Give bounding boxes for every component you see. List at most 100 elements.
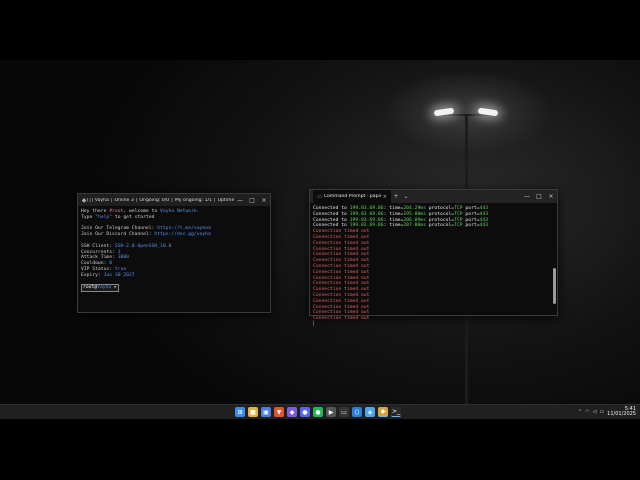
terminal-text: #root bbox=[109, 209, 124, 214]
text: Connected to bbox=[313, 223, 350, 229]
minimize-button[interactable]: — bbox=[521, 191, 533, 203]
system-tray: ⌃ ◠ ◁ ▭ 5:41 11/01/2025 bbox=[578, 407, 636, 417]
tab-dropdown-button[interactable]: ⌄ bbox=[401, 193, 411, 200]
terminal-text: Hey there bbox=[81, 209, 110, 214]
maximize-button[interactable]: □ bbox=[533, 191, 545, 203]
text: protocol= bbox=[425, 211, 455, 217]
terminal-text: https://dsc.gg/vayha bbox=[154, 232, 211, 238]
protocol: TCP bbox=[454, 223, 463, 229]
media-icon[interactable]: ▶ bbox=[326, 407, 336, 417]
terminal-output[interactable]: Connected to 199.83.69.86: time=204.29ms… bbox=[310, 203, 557, 331]
discord-icon[interactable]: ● bbox=[300, 407, 310, 417]
brave-browser-icon[interactable]: ▼ bbox=[274, 407, 284, 417]
title-bar[interactable]: ◆ [│] Vayha │ Online 3 │ Ongoing: 0/0 │ … bbox=[78, 194, 270, 206]
tab-command-prompt[interactable]: ▭ Command Prompt - paping × bbox=[313, 190, 391, 203]
tab-close-icon[interactable]: × bbox=[383, 194, 387, 200]
text: protocol= bbox=[425, 217, 455, 223]
port: 443 bbox=[479, 211, 489, 217]
terminal-text: , welcome to bbox=[123, 209, 161, 214]
text: Connected to bbox=[313, 217, 350, 223]
text: port= bbox=[462, 217, 480, 223]
latency: 195.80ms bbox=[403, 211, 426, 217]
text: : time= bbox=[383, 211, 404, 217]
text: protocol= bbox=[425, 206, 455, 211]
clock[interactable]: 5:41 11/01/2025 bbox=[607, 407, 636, 417]
terminal-text: "help" bbox=[95, 214, 113, 220]
text: : time= bbox=[383, 206, 404, 211]
vayha-icon[interactable]: ◆ bbox=[378, 407, 388, 417]
scrollbar[interactable] bbox=[553, 206, 556, 314]
latency: 206.09ms bbox=[403, 217, 426, 223]
spotify-icon[interactable]: ● bbox=[313, 407, 323, 417]
terminal-text: 3000 bbox=[117, 255, 129, 261]
new-tab-button[interactable]: + bbox=[391, 193, 401, 200]
clock-date: 11/01/2025 bbox=[607, 411, 636, 417]
ip-address: 199.83.69.86 bbox=[349, 223, 384, 229]
text: port= bbox=[462, 223, 480, 229]
terminal-text: Type bbox=[81, 214, 96, 220]
terminal-text: Expiry: bbox=[81, 272, 104, 278]
terminal-text: SSH Client: bbox=[81, 243, 115, 249]
close-button[interactable]: × bbox=[258, 194, 270, 206]
terminal-text: Concurrents: bbox=[81, 249, 118, 255]
volume-icon[interactable]: ◁ bbox=[593, 409, 597, 415]
title-bar[interactable]: ▭ Command Prompt - paping × + ⌄ — □ × bbox=[310, 190, 557, 203]
text: port= bbox=[462, 206, 480, 211]
maximize-button[interactable]: □ bbox=[246, 194, 258, 206]
protocol: TCP bbox=[454, 217, 463, 223]
text: protocol= bbox=[425, 223, 455, 229]
protocol: TCP bbox=[454, 206, 463, 211]
terminal-icon[interactable]: ▭ bbox=[339, 407, 349, 417]
command-prompt-window[interactable]: ▭ Command Prompt - paping × + ⌄ — □ × Co… bbox=[309, 189, 558, 327]
terminal-text: Join Our Discord Channel: bbox=[81, 232, 155, 238]
terminal-text: 1 bbox=[117, 249, 121, 255]
vscode-icon[interactable]: ⟨⟩ bbox=[352, 407, 362, 417]
taskbar-apps: ⊞ ■ ▣ ▼ ◆ ● ● ▶ ▭ ⟨⟩ ◈ ◆ >_ bbox=[235, 407, 401, 417]
terminal-text: VIP Status: bbox=[81, 266, 115, 272]
terminal-text: Cooldown: bbox=[81, 261, 110, 267]
command-prompt: root@Vayha ▸ bbox=[81, 284, 267, 293]
terminal-text: true bbox=[114, 266, 127, 272]
text: : time= bbox=[383, 223, 404, 229]
terminal-text: SSH-2.0-OpenSSH_10.0 bbox=[114, 243, 172, 249]
close-button[interactable]: × bbox=[545, 191, 557, 203]
window-title: [│] Vayha │ Online 3 │ Ongoing: 0/0 │ My… bbox=[87, 197, 234, 203]
store-icon[interactable]: ▣ bbox=[261, 407, 271, 417]
terminal-output[interactable]: Hey there #root, welcome to Vayha Networ… bbox=[78, 206, 270, 295]
file-explorer-icon[interactable]: ■ bbox=[248, 407, 258, 417]
ip-address: 199.83.69.86 bbox=[349, 211, 384, 217]
text: Connected to bbox=[313, 211, 350, 217]
prompt-host: Vayha bbox=[97, 285, 112, 291]
cmd-icon: ▭ bbox=[317, 193, 322, 200]
text: : time= bbox=[383, 217, 404, 223]
taskbar: ⊞ ■ ▣ ▼ ◆ ● ● ▶ ▭ ⟨⟩ ◈ ◆ >_ ⌃ ◠ ◁ ▭ 5:41 11/01/2025 bbox=[0, 404, 640, 419]
terminal-text: Vayha Network. bbox=[160, 209, 200, 214]
battery-icon[interactable]: ▭ bbox=[599, 409, 604, 415]
command-prompt-icon[interactable]: >_ bbox=[391, 407, 401, 417]
terminal-text: Join Our Telegram Channel: bbox=[81, 226, 158, 232]
port: 443 bbox=[479, 223, 489, 229]
terminal-text: Jan 30 2027 bbox=[103, 272, 135, 278]
terminal-text: https://t.me/vayhaa bbox=[157, 226, 211, 232]
terminal-text: Attack Time: bbox=[81, 255, 118, 261]
terminal-text: to get started bbox=[112, 214, 155, 220]
latency: 204.29ms bbox=[403, 206, 426, 211]
prompt-label: root@Vayha ▸ bbox=[81, 284, 119, 293]
app-icon[interactable]: ◈ bbox=[365, 407, 375, 417]
text: port= bbox=[462, 211, 480, 217]
port: 443 bbox=[479, 217, 489, 223]
port: 443 bbox=[479, 206, 489, 211]
vayha-terminal-window[interactable]: ◆ [│] Vayha │ Online 3 │ Ongoing: 0/0 │ … bbox=[77, 193, 271, 313]
text: Connected to bbox=[313, 206, 350, 211]
prompt-user: root bbox=[83, 285, 95, 291]
prompt-suffix: ▸ bbox=[111, 285, 117, 291]
protocol: TCP bbox=[454, 211, 463, 217]
scrollbar-thumb[interactable] bbox=[553, 268, 556, 304]
terminal-text: 0 bbox=[109, 261, 113, 267]
photos-icon[interactable]: ◆ bbox=[287, 407, 297, 417]
minimize-button[interactable]: — bbox=[234, 194, 246, 206]
start-icon[interactable]: ⊞ bbox=[235, 407, 245, 417]
tab-title: Command Prompt - paping bbox=[323, 194, 381, 199]
chevron-up-icon[interactable]: ⌃ bbox=[578, 409, 582, 415]
wifi-icon[interactable]: ◠ bbox=[585, 409, 589, 415]
